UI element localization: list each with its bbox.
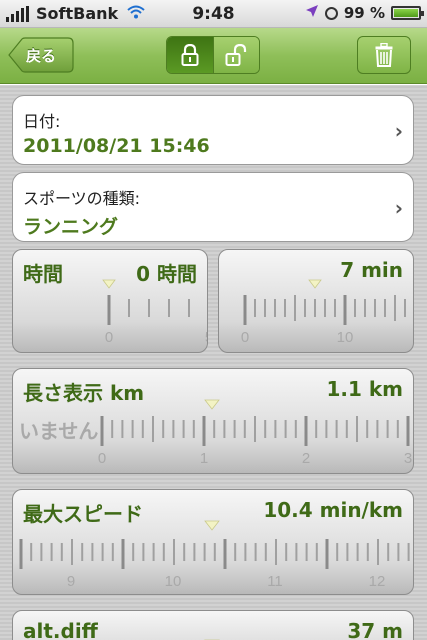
date-label: 日付:: [23, 112, 61, 131]
ruler-marker: [308, 279, 322, 289]
ruler-tick-label: 1: [200, 450, 208, 467]
trash-icon: [375, 43, 393, 67]
distance-value: 1.1 km: [326, 377, 403, 401]
lock-closed-icon: [181, 44, 199, 66]
max-speed-value: 10.4 min/km: [263, 498, 403, 522]
ruler-tick-label: 5: [205, 329, 208, 346]
max-speed-label: 最大スピード: [23, 502, 143, 526]
lock-open-icon: [225, 44, 247, 66]
date-value: 2011/08/21 15:46: [23, 135, 210, 157]
minutes-ruler[interactable]: 0 10 7 min: [218, 249, 414, 353]
alt-diff-label: alt.diff: [23, 619, 98, 640]
location-icon: [305, 4, 319, 22]
battery-percent: 99 %: [343, 4, 385, 22]
ruler-marker: [204, 399, 220, 410]
alarm-icon: [324, 6, 338, 20]
distance-ghost-text: いません: [19, 419, 99, 443]
sport-type-cell[interactable]: スポーツの種類: ランニング ›: [12, 172, 414, 242]
chevron-right-icon: ›: [394, 196, 403, 220]
ruler-tick-label: 0: [241, 329, 249, 346]
alt-diff-ruler[interactable]: alt.diff 37 m: [12, 610, 414, 640]
ruler-tick-label: 3: [404, 450, 412, 467]
ruler-tick-label: 10: [337, 329, 354, 346]
date-cell[interactable]: 日付: 2011/08/21 15:46 ›: [12, 95, 414, 165]
ruler-marker: [204, 520, 220, 531]
status-bar: SoftBank 9:48 99 %: [0, 0, 427, 28]
nav-bar: 戻る: [0, 28, 427, 84]
back-button[interactable]: 戻る: [8, 37, 74, 73]
back-button-label: 戻る: [26, 47, 57, 65]
chevron-right-icon: ›: [394, 119, 403, 143]
sport-type-label: スポーツの種類:: [23, 189, 141, 208]
hours-label: 時間: [23, 262, 63, 286]
distance-label: 長さ表示 km: [23, 381, 145, 405]
minutes-value: 7 min: [340, 258, 403, 282]
ruler-tick-label: 11: [267, 573, 283, 590]
distance-ruler[interactable]: 0 1 2 3 いません 長さ表示 km 1.1 km: [12, 368, 414, 474]
sport-type-value: ランニング: [23, 216, 119, 238]
content-area: 日付: 2011/08/21 15:46 › スポーツの種類: ランニング › …: [0, 85, 427, 640]
ruler-tick-label: 0: [105, 329, 113, 346]
lock-segment[interactable]: [167, 37, 213, 73]
ruler-tick-label: 2: [302, 450, 310, 467]
ruler-tick-label: 0: [98, 450, 106, 467]
battery-icon: [391, 6, 424, 20]
lock-segmented-control: [166, 36, 260, 74]
ruler-tick-label: 10: [165, 573, 182, 590]
hours-value: 0 時間: [136, 262, 197, 286]
ruler-tick-label: 12: [369, 573, 386, 590]
max-speed-ruler[interactable]: 9 10 11 12 最大スピード 10.4 min/km: [12, 489, 414, 595]
unlock-segment[interactable]: [212, 37, 259, 73]
trash-button[interactable]: [357, 36, 411, 74]
alt-diff-value: 37 m: [347, 619, 403, 640]
ruler-marker: [102, 279, 116, 289]
hours-ruler[interactable]: 0 5 時間 0 時間: [12, 249, 208, 353]
ruler-tick-label: 9: [67, 573, 75, 590]
